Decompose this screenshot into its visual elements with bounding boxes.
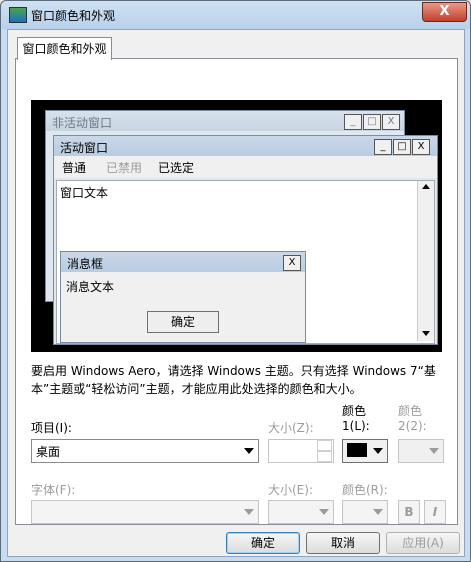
minimize-icon: _ (374, 139, 392, 155)
tab-window-color[interactable]: 窗口颜色和外观 (17, 37, 112, 60)
color1-swatch (347, 443, 367, 457)
color1-picker-button[interactable] (342, 439, 388, 463)
item-value: 桌面 (36, 445, 61, 459)
ok-button[interactable]: 确定 (226, 532, 300, 554)
item-label: 项目(I): (31, 421, 72, 435)
app-icon (9, 7, 27, 23)
scroll-up-icon (422, 184, 430, 189)
inactive-window-title: 非活动窗口 (52, 116, 113, 130)
chevron-down-icon (319, 509, 329, 515)
message-text: 消息文本 (66, 280, 115, 294)
close-icon: X (283, 255, 301, 271)
chevron-down-icon (244, 509, 254, 515)
preview-menu-bar: 普通 已禁用 已选定 (54, 156, 437, 178)
color2-label-line2: 2(2): (398, 419, 427, 433)
inactive-title-bar[interactable]: 非活动窗口 _ □ X (46, 111, 404, 131)
color1-label-line2: 1(L): (342, 419, 370, 433)
close-button[interactable]: X (422, 2, 467, 22)
menu-normal[interactable]: 普通 (62, 159, 86, 176)
font-color-label: 颜色(R): (342, 483, 388, 497)
chevron-down-icon (429, 448, 439, 454)
maximize-icon: □ (393, 139, 411, 155)
minimize-icon: _ (344, 114, 362, 130)
title-bar: 窗口颜色和外观 X (1, 1, 470, 29)
dialog-window: 窗口颜色和外观 X 非活动窗口 _ □ X 活动窗口 _ □ X 普通 已禁用 … (0, 0, 471, 562)
active-window-title: 活动窗口 (60, 141, 109, 155)
chevron-down-icon (373, 448, 383, 454)
font-size-label: 大小(E): (268, 483, 313, 497)
font-dropdown[interactable] (31, 500, 259, 524)
color1-label-line1: 颜色 (342, 404, 367, 418)
italic-button[interactable]: I (424, 500, 446, 524)
maximize-icon: □ (363, 114, 381, 130)
menu-disabled[interactable]: 已禁用 (106, 159, 142, 176)
window-text: 窗口文本 (60, 186, 109, 200)
bold-button[interactable]: B (398, 500, 420, 524)
menu-selected[interactable]: 已选定 (158, 159, 194, 176)
size-spinner[interactable] (268, 439, 334, 463)
window-title: 窗口颜色和外观 (31, 9, 116, 23)
font-color-button[interactable] (342, 500, 388, 524)
item-dropdown[interactable]: 桌面 (31, 439, 259, 463)
color2-label-line1: 颜色 (398, 404, 423, 418)
chevron-down-icon (373, 509, 383, 515)
message-box-title: 消息框 (67, 257, 104, 271)
tab-page: 非活动窗口 _ □ X 活动窗口 _ □ X 普通 已禁用 已选定 窗口文本 消… (15, 58, 458, 525)
message-box-title-bar[interactable]: 消息框 X (61, 252, 305, 272)
apply-button[interactable]: 应用(A) (386, 532, 460, 554)
aero-description: 要启用 Windows Aero，请选择 Windows 主题。只有选择 Win… (31, 364, 436, 396)
close-icon: X (382, 114, 400, 130)
chevron-down-icon (244, 448, 254, 454)
cancel-button[interactable]: 取消 (306, 532, 380, 554)
font-size-dropdown[interactable] (268, 500, 334, 524)
scroll-down-icon (422, 331, 430, 336)
preview-scrollbar[interactable] (417, 181, 434, 341)
size-label: 大小(Z): (268, 421, 314, 435)
client-area: 非活动窗口 _ □ X 活动窗口 _ □ X 普通 已禁用 已选定 窗口文本 消… (7, 29, 465, 557)
active-title-bar[interactable]: 活动窗口 _ □ X (54, 136, 437, 156)
appearance-preview[interactable]: 非活动窗口 _ □ X 活动窗口 _ □ X 普通 已禁用 已选定 窗口文本 消… (31, 100, 442, 352)
close-icon: X (412, 139, 430, 155)
spin-down-icon[interactable] (317, 450, 332, 462)
message-box-preview[interactable]: 消息框 X 消息文本 确定 (60, 251, 306, 343)
font-label: 字体(F): (31, 483, 76, 497)
color2-picker-button[interactable] (398, 439, 444, 463)
message-box-ok-button[interactable]: 确定 (147, 311, 219, 333)
